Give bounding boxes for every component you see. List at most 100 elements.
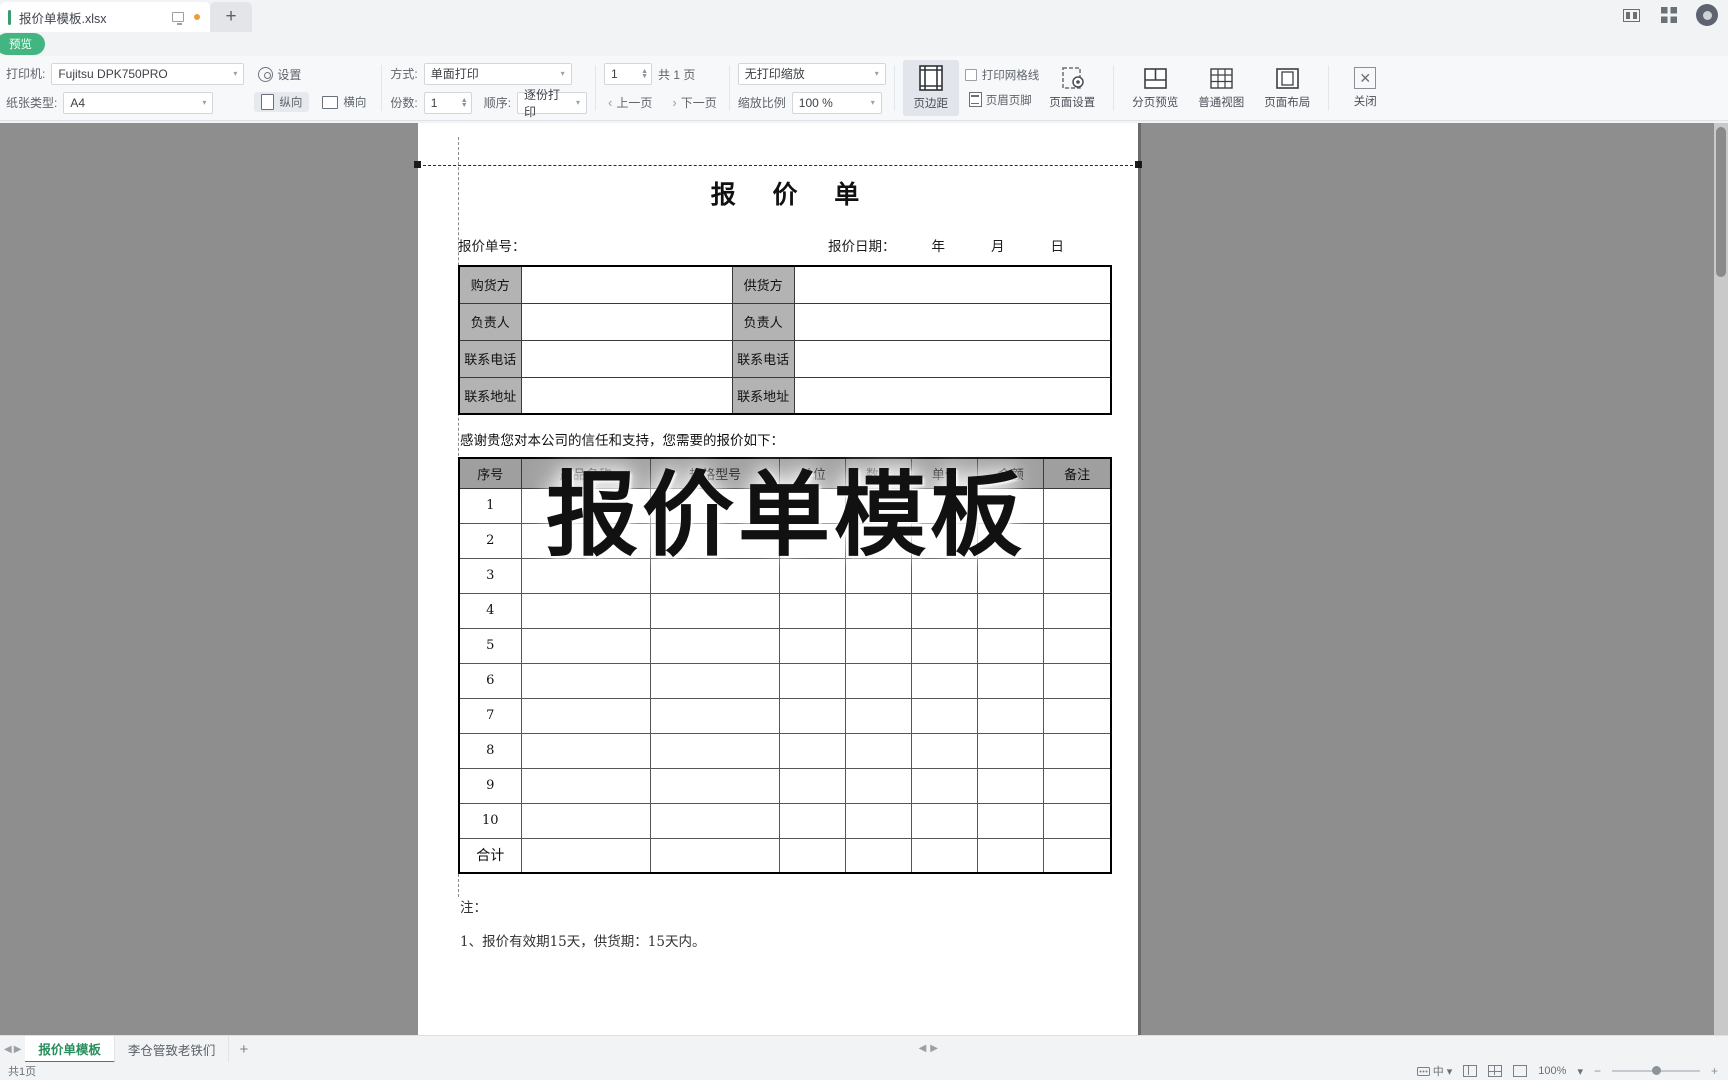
printer-select[interactable]: Fujitsu DPK750PRO ▾ [51, 62, 245, 85]
orientation-portrait-button[interactable]: 纵向 [254, 92, 310, 112]
new-tab-button[interactable]: + [210, 2, 252, 32]
cell-product[interactable] [520, 732, 651, 769]
cell-product[interactable] [520, 837, 651, 874]
cell-spec[interactable] [649, 487, 781, 524]
cell-spec[interactable] [649, 732, 781, 769]
zoom-percent-label[interactable]: 100% [1538, 1065, 1566, 1077]
sheet-nav-buttons[interactable]: ◀ ▶ [0, 1044, 25, 1055]
cell-remark[interactable] [1043, 557, 1112, 594]
print-gridlines-checkbox[interactable]: 打印网格线 [964, 67, 1039, 83]
page-setup-button[interactable]: 页面设置 [1039, 60, 1105, 116]
cell-spec[interactable] [649, 837, 781, 874]
next-page-button[interactable]: › 下一页 [668, 92, 720, 113]
cell-remark[interactable] [1043, 732, 1112, 769]
cell-amount[interactable] [977, 732, 1045, 769]
hscroll-left-icon[interactable]: ◀ [919, 1043, 927, 1054]
zoom-slider-knob[interactable] [1651, 1066, 1661, 1075]
cell-qty[interactable] [845, 557, 913, 594]
cell-product[interactable] [520, 767, 651, 804]
party-value-supplier-phone[interactable] [793, 339, 1112, 378]
page-break-status-icon[interactable] [1513, 1065, 1528, 1077]
cell-qty[interactable] [845, 662, 913, 699]
cell-unit[interactable] [779, 697, 847, 734]
cell-unit[interactable] [779, 662, 847, 699]
cell-unit[interactable] [779, 732, 847, 769]
party-value-buyer-contact[interactable] [520, 302, 733, 341]
cell-product[interactable] [520, 487, 651, 524]
cell-price[interactable] [911, 767, 979, 804]
prev-page-button[interactable]: ‹ 上一页 [604, 92, 656, 113]
cell-price[interactable] [911, 837, 979, 874]
cell-unit[interactable] [779, 557, 847, 594]
hscroll-right-icon[interactable]: ▶ [930, 1043, 938, 1054]
cell-amount[interactable] [977, 662, 1045, 699]
cell-price[interactable] [911, 522, 979, 559]
cell-product[interactable] [520, 697, 651, 734]
zoom-in-button[interactable]: + [1711, 1064, 1718, 1078]
cell-price[interactable] [911, 557, 979, 594]
cell-price[interactable] [911, 662, 979, 699]
cell-qty[interactable] [845, 487, 913, 524]
cell-price[interactable] [911, 487, 979, 524]
party-value-buyer-address[interactable] [520, 376, 733, 415]
scrollbar-thumb[interactable] [1716, 127, 1726, 277]
party-value-buyer[interactable] [520, 265, 733, 304]
cell-product[interactable] [520, 522, 651, 559]
cell-remark[interactable] [1043, 487, 1112, 524]
cell-spec[interactable] [649, 697, 781, 734]
vertical-scrollbar[interactable] [1714, 123, 1728, 1045]
cell-spec[interactable] [649, 802, 781, 839]
page-break-preview-button[interactable]: 分页预览 [1122, 60, 1188, 116]
print-mode-select[interactable]: 单面打印 ▾ [423, 62, 572, 85]
cell-price[interactable] [911, 627, 979, 664]
top-margin-guide[interactable] [418, 165, 1138, 166]
cell-spec[interactable] [649, 592, 781, 629]
cell-amount[interactable] [977, 767, 1045, 804]
add-sheet-button[interactable]: + [229, 1041, 258, 1058]
cell-remark[interactable] [1043, 627, 1112, 664]
header-footer-button[interactable]: 页眉页脚 [965, 90, 1036, 110]
cell-remark[interactable] [1043, 697, 1112, 734]
cell-amount[interactable] [977, 837, 1045, 874]
horizontal-scrollbar[interactable]: ◀ ▶ [919, 1035, 938, 1062]
paper-type-select[interactable]: A4 ▾ [63, 91, 214, 114]
cell-product[interactable] [520, 627, 651, 664]
cell-amount[interactable] [977, 627, 1045, 664]
cell-qty[interactable] [845, 592, 913, 629]
party-value-supplier-address[interactable] [793, 376, 1112, 415]
cell-qty[interactable] [845, 627, 913, 664]
cell-product[interactable] [520, 662, 651, 699]
normal-view-button[interactable]: 普通视图 [1188, 60, 1254, 116]
input-method-indicator[interactable]: 中 ▾ [1416, 1063, 1452, 1079]
avatar[interactable] [1696, 4, 1718, 26]
cell-qty[interactable] [845, 802, 913, 839]
zoom-slider[interactable] [1611, 1066, 1700, 1075]
page-layout-button[interactable]: 页面布局 [1254, 60, 1320, 116]
cell-spec[interactable] [649, 522, 781, 559]
cell-unit[interactable] [779, 837, 847, 874]
cell-product[interactable] [520, 802, 651, 839]
sheet-nav-first-icon[interactable]: ◀ [4, 1044, 12, 1055]
zoom-out-button[interactable]: − [1594, 1064, 1601, 1078]
grid-view-icon[interactable] [1658, 4, 1680, 26]
cell-unit[interactable] [779, 802, 847, 839]
cell-product[interactable] [520, 592, 651, 629]
sheet-tab-quotation-template[interactable]: 报价单模板 [25, 1035, 115, 1063]
cell-unit[interactable] [779, 592, 847, 629]
zoom-ratio-select[interactable]: 100 % ▾ [791, 91, 882, 114]
orientation-landscape-button[interactable]: 横向 [315, 92, 373, 112]
cell-qty[interactable] [845, 732, 913, 769]
cell-remark[interactable] [1043, 802, 1112, 839]
cell-spec[interactable] [649, 767, 781, 804]
printer-settings-button[interactable]: 设置 [254, 64, 305, 85]
cell-amount[interactable] [977, 522, 1045, 559]
cell-price[interactable] [911, 732, 979, 769]
cell-amount[interactable] [977, 802, 1045, 839]
cell-remark[interactable] [1043, 767, 1112, 804]
cell-qty[interactable] [845, 837, 913, 874]
cell-unit[interactable] [779, 627, 847, 664]
cell-unit[interactable] [779, 487, 847, 524]
cell-qty[interactable] [845, 767, 913, 804]
cell-product[interactable] [520, 557, 651, 594]
cell-price[interactable] [911, 802, 979, 839]
